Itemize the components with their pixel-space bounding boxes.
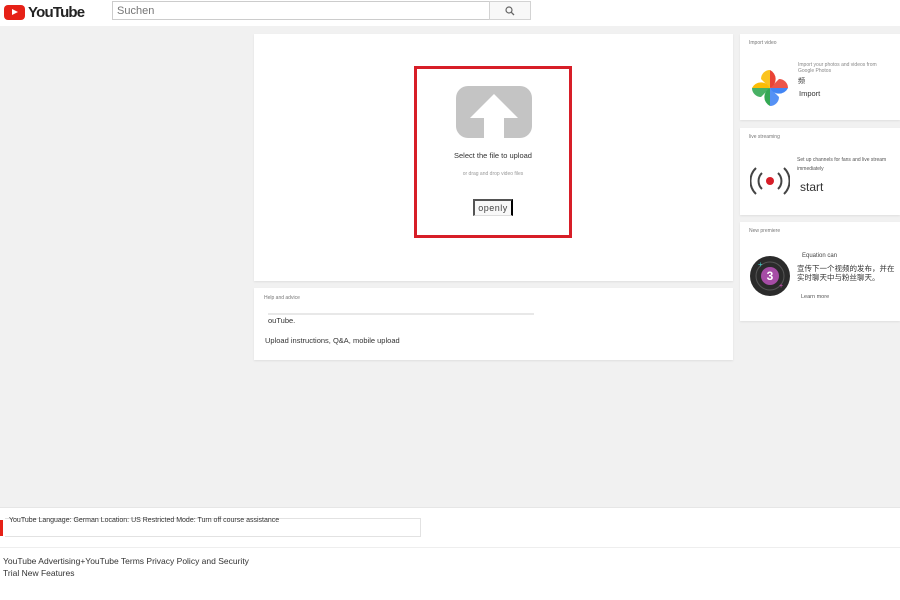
help-card: Help and advice ouTube. Upload instructi…	[254, 288, 733, 360]
youtube-logo[interactable]: YouTube	[4, 3, 85, 21]
help-heading: Help and advice	[264, 295, 300, 301]
search-button[interactable]	[489, 1, 531, 20]
premiere-label: Equation can	[802, 253, 838, 259]
logo-text: YouTube	[28, 3, 85, 21]
upload-subtitle: or drag and drop video files	[462, 171, 524, 177]
open-file-button[interactable]: openly	[473, 199, 513, 216]
import-link[interactable]: Import	[799, 89, 820, 98]
search-input[interactable]	[112, 1, 490, 20]
import-video-card: Import video Import your photos and vide…	[740, 34, 900, 120]
premiere-card: New premiere 3 + + Equation can 宣传下一个视频的…	[740, 222, 900, 321]
premiere-heading: New premiere	[749, 228, 781, 234]
help-text: ouTube.	[268, 316, 296, 325]
footer-links[interactable]: YouTube Advertising+YouTube Terms Privac…	[3, 556, 249, 566]
import-faint-text: Import your photos and videos from Googl…	[798, 62, 877, 74]
upload-card: Select the file to upload or drag and dr…	[254, 34, 733, 281]
footer: YouTube Advertising+YouTube Terms Privac…	[0, 547, 900, 600]
upload-arrow-icon[interactable]	[456, 86, 532, 138]
svg-text:+: +	[758, 260, 763, 269]
language-bar: YouTube Language: German Location: US Re…	[0, 507, 900, 547]
import-heading: Import video	[749, 40, 777, 46]
live-heading: live streaming	[749, 134, 780, 140]
language-bar-accent	[0, 520, 3, 536]
live-streaming-card: live streaming Set up channels for fans …	[740, 128, 900, 215]
live-text: Set up channels for fans and live stream…	[797, 157, 887, 172]
help-faint-line	[268, 313, 534, 315]
youtube-play-icon	[4, 4, 25, 20]
upload-title: Select the file to upload	[454, 151, 532, 160]
premiere-learn-more-link[interactable]: Learn more	[801, 294, 829, 300]
import-text: 频	[798, 78, 805, 85]
language-settings-text[interactable]: YouTube Language: German Location: US Re…	[9, 517, 279, 524]
help-link[interactable]: Upload instructions, Q&A, mobile upload	[265, 336, 400, 345]
search-icon	[505, 5, 515, 15]
upload-highlight-frame: Select the file to upload or drag and dr…	[414, 66, 572, 238]
live-broadcast-icon	[750, 167, 790, 195]
masthead: YouTube	[0, 0, 900, 26]
premiere-countdown-icon: 3 + +	[750, 256, 790, 296]
premiere-text: 宣传下一个视频的发布，并在实时聊天中与粉丝聊天。	[797, 264, 895, 282]
svg-text:+: +	[779, 283, 783, 290]
live-start-link[interactable]: start	[800, 180, 823, 194]
footer-trial-features-link[interactable]: Trial New Features	[3, 568, 74, 578]
svg-text:3: 3	[767, 269, 774, 283]
google-photos-icon	[752, 70, 788, 106]
